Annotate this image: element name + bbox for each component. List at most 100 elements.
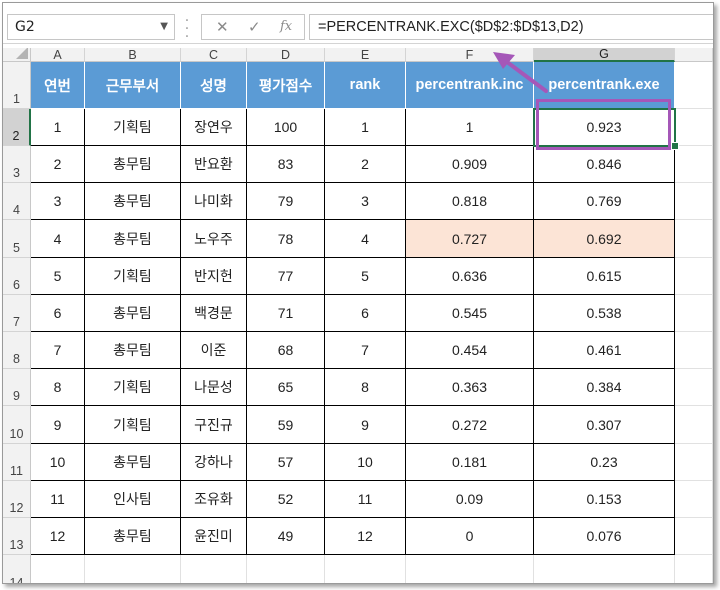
- column-header-b[interactable]: B: [85, 48, 181, 62]
- table-cell[interactable]: 5: [31, 258, 85, 295]
- empty-cell[interactable]: [675, 332, 713, 369]
- empty-cell[interactable]: [675, 518, 713, 555]
- empty-cell[interactable]: [31, 555, 85, 583]
- row-header-12[interactable]: 12: [3, 481, 31, 518]
- table-cell[interactable]: 0.076: [534, 518, 675, 555]
- empty-cell[interactable]: [406, 555, 534, 583]
- table-cell[interactable]: 57: [247, 444, 325, 481]
- table-cell[interactable]: 0.461: [534, 332, 675, 369]
- empty-cell[interactable]: [325, 555, 406, 583]
- empty-cell[interactable]: [534, 555, 675, 583]
- table-cell[interactable]: 기획팀: [85, 258, 181, 295]
- table-cell[interactable]: 윤진미: [181, 518, 247, 555]
- row-header-1[interactable]: 1: [3, 62, 31, 109]
- table-cell[interactable]: 0.923: [534, 109, 675, 146]
- row-header-6[interactable]: 6: [3, 258, 31, 295]
- table-cell[interactable]: 구진규: [181, 406, 247, 444]
- table-cell[interactable]: 0.909: [406, 146, 534, 183]
- empty-cell[interactable]: [675, 183, 713, 220]
- table-cell[interactable]: 반지헌: [181, 258, 247, 295]
- table-cell[interactable]: 0.09: [406, 481, 534, 518]
- column-header-g[interactable]: G: [534, 48, 675, 62]
- table-cell[interactable]: 0.769: [534, 183, 675, 220]
- table-cell[interactable]: 총무팀: [85, 146, 181, 183]
- table-header-cell[interactable]: percentrank.inc: [406, 62, 534, 109]
- table-cell[interactable]: 기획팀: [85, 406, 181, 444]
- table-cell[interactable]: 11: [325, 481, 406, 518]
- table-cell[interactable]: 총무팀: [85, 332, 181, 369]
- table-cell[interactable]: 0: [406, 518, 534, 555]
- table-header-cell[interactable]: 근무부서: [85, 62, 181, 109]
- table-cell[interactable]: 0.692: [534, 220, 675, 258]
- empty-cell[interactable]: [675, 369, 713, 406]
- table-cell[interactable]: 6: [325, 295, 406, 332]
- table-cell[interactable]: 0.307: [534, 406, 675, 444]
- row-header-5[interactable]: 5: [3, 220, 31, 258]
- table-cell[interactable]: 나문성: [181, 369, 247, 406]
- table-cell[interactable]: 12: [31, 518, 85, 555]
- insert-function-icon[interactable]: fx: [280, 19, 292, 34]
- table-cell[interactable]: 0.23: [534, 444, 675, 481]
- empty-cell[interactable]: [675, 555, 713, 583]
- table-cell[interactable]: 0.727: [406, 220, 534, 258]
- row-header-4[interactable]: 4: [3, 183, 31, 220]
- row-header-13[interactable]: 13: [3, 518, 31, 555]
- table-cell[interactable]: 5: [325, 258, 406, 295]
- table-cell[interactable]: 79: [247, 183, 325, 220]
- table-cell[interactable]: 59: [247, 406, 325, 444]
- empty-cell[interactable]: [675, 62, 713, 109]
- row-header-2[interactable]: 2: [3, 109, 31, 146]
- table-cell[interactable]: 6: [31, 295, 85, 332]
- column-header-f[interactable]: F: [406, 48, 534, 62]
- table-cell[interactable]: 0.545: [406, 295, 534, 332]
- row-header-11[interactable]: 11: [3, 444, 31, 481]
- column-header-a[interactable]: A: [31, 48, 85, 62]
- table-cell[interactable]: 조유화: [181, 481, 247, 518]
- table-cell[interactable]: 0.636: [406, 258, 534, 295]
- table-cell[interactable]: 8: [325, 369, 406, 406]
- table-cell[interactable]: 65: [247, 369, 325, 406]
- empty-cell[interactable]: [675, 481, 713, 518]
- table-cell[interactable]: 4: [325, 220, 406, 258]
- table-cell[interactable]: 7: [325, 332, 406, 369]
- column-header-d[interactable]: D: [247, 48, 325, 62]
- table-cell[interactable]: 9: [325, 406, 406, 444]
- table-cell[interactable]: 83: [247, 146, 325, 183]
- table-cell[interactable]: 0.272: [406, 406, 534, 444]
- empty-cell[interactable]: [675, 406, 713, 444]
- table-cell[interactable]: 0.454: [406, 332, 534, 369]
- cancel-icon[interactable]: ✕: [216, 18, 229, 36]
- row-header-10[interactable]: 10: [3, 406, 31, 444]
- column-header-e[interactable]: E: [325, 48, 406, 62]
- table-cell[interactable]: 백경문: [181, 295, 247, 332]
- select-all-corner[interactable]: [3, 48, 31, 62]
- empty-cell[interactable]: [181, 555, 247, 583]
- row-header-14[interactable]: 14: [3, 555, 31, 583]
- table-cell[interactable]: 68: [247, 332, 325, 369]
- column-header-c[interactable]: C: [181, 48, 247, 62]
- table-cell[interactable]: 0.818: [406, 183, 534, 220]
- table-cell[interactable]: 8: [31, 369, 85, 406]
- table-cell[interactable]: 77: [247, 258, 325, 295]
- empty-cell[interactable]: [675, 295, 713, 332]
- table-cell[interactable]: 1: [406, 109, 534, 146]
- fill-handle[interactable]: [671, 142, 679, 150]
- table-cell[interactable]: 0.181: [406, 444, 534, 481]
- table-cell[interactable]: 10: [31, 444, 85, 481]
- table-cell[interactable]: 2: [325, 146, 406, 183]
- table-cell[interactable]: 71: [247, 295, 325, 332]
- table-cell[interactable]: 0.153: [534, 481, 675, 518]
- table-cell[interactable]: 0.384: [534, 369, 675, 406]
- table-header-cell[interactable]: rank: [325, 62, 406, 109]
- enter-icon[interactable]: ✓: [248, 18, 261, 36]
- table-cell[interactable]: 10: [325, 444, 406, 481]
- table-cell[interactable]: 12: [325, 518, 406, 555]
- row-header-7[interactable]: 7: [3, 295, 31, 332]
- name-box-dropdown-icon[interactable]: ▼: [160, 21, 168, 32]
- table-cell[interactable]: 0.363: [406, 369, 534, 406]
- column-header-h[interactable]: [675, 48, 713, 62]
- table-cell[interactable]: 0.538: [534, 295, 675, 332]
- table-cell[interactable]: 노우주: [181, 220, 247, 258]
- table-header-cell[interactable]: percentrank.exe: [534, 62, 675, 109]
- table-cell[interactable]: 총무팀: [85, 295, 181, 332]
